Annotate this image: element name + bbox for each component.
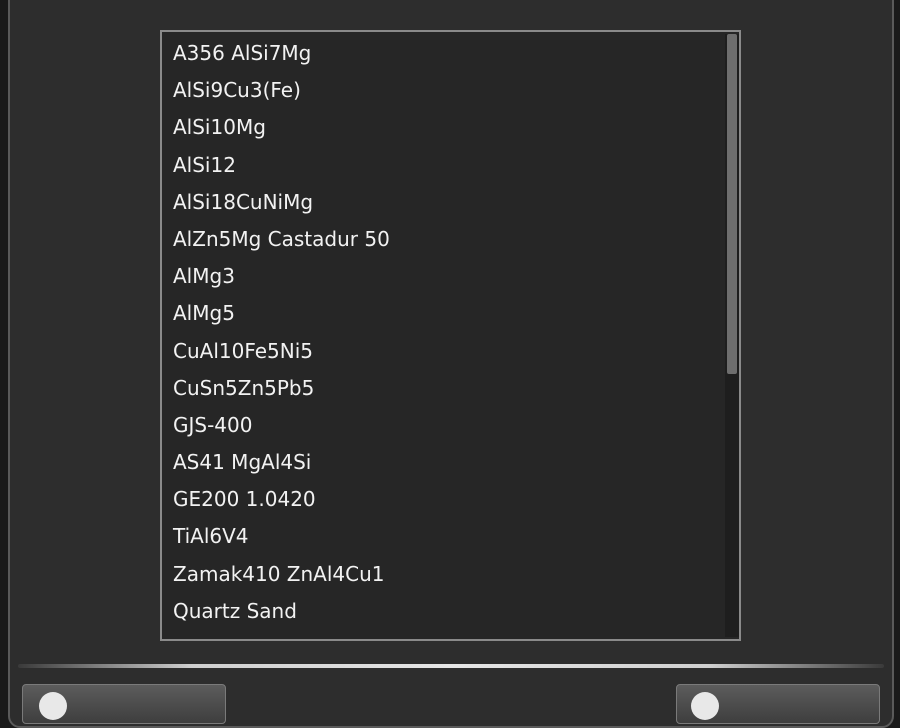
list-item[interactable]: A356 AlSi7Mg	[162, 35, 722, 72]
list-scrollbar[interactable]	[725, 34, 739, 637]
list-item[interactable]: AlSi10Mg	[162, 109, 722, 146]
list-item[interactable]: TiAl6V4	[162, 518, 722, 555]
list-item[interactable]: AlSi18CuNiMg	[162, 184, 722, 221]
list-item[interactable]: AlMg3	[162, 258, 722, 295]
right-action-button[interactable]	[676, 684, 880, 724]
list-item[interactable]: AS41 MgAl4Si	[162, 444, 722, 481]
list-item[interactable]: CuSn5Zn5Pb5	[162, 370, 722, 407]
list-item[interactable]: AlMg5	[162, 295, 722, 332]
list-item[interactable]: AlZn5Mg Castadur 50	[162, 221, 722, 258]
circle-icon	[691, 692, 719, 720]
list-item[interactable]: Quartz Sand	[162, 593, 722, 630]
material-listbox[interactable]: A356 AlSi7Mg AlSi9Cu3(Fe) AlSi10Mg AlSi1…	[160, 30, 741, 641]
list-item[interactable]: CuAl10Fe5Ni5	[162, 333, 722, 370]
list-item[interactable]: GJS-400	[162, 407, 722, 444]
circle-icon	[39, 692, 67, 720]
material-list: A356 AlSi7Mg AlSi9Cu3(Fe) AlSi10Mg AlSi1…	[162, 35, 722, 630]
left-action-button[interactable]	[22, 684, 226, 724]
list-item[interactable]: AlSi9Cu3(Fe)	[162, 72, 722, 109]
scrollbar-thumb[interactable]	[727, 34, 737, 374]
footer-divider	[18, 664, 884, 668]
list-item[interactable]: AlSi12	[162, 147, 722, 184]
list-item[interactable]: Zamak410 ZnAl4Cu1	[162, 556, 722, 593]
list-item[interactable]: GE200 1.0420	[162, 481, 722, 518]
